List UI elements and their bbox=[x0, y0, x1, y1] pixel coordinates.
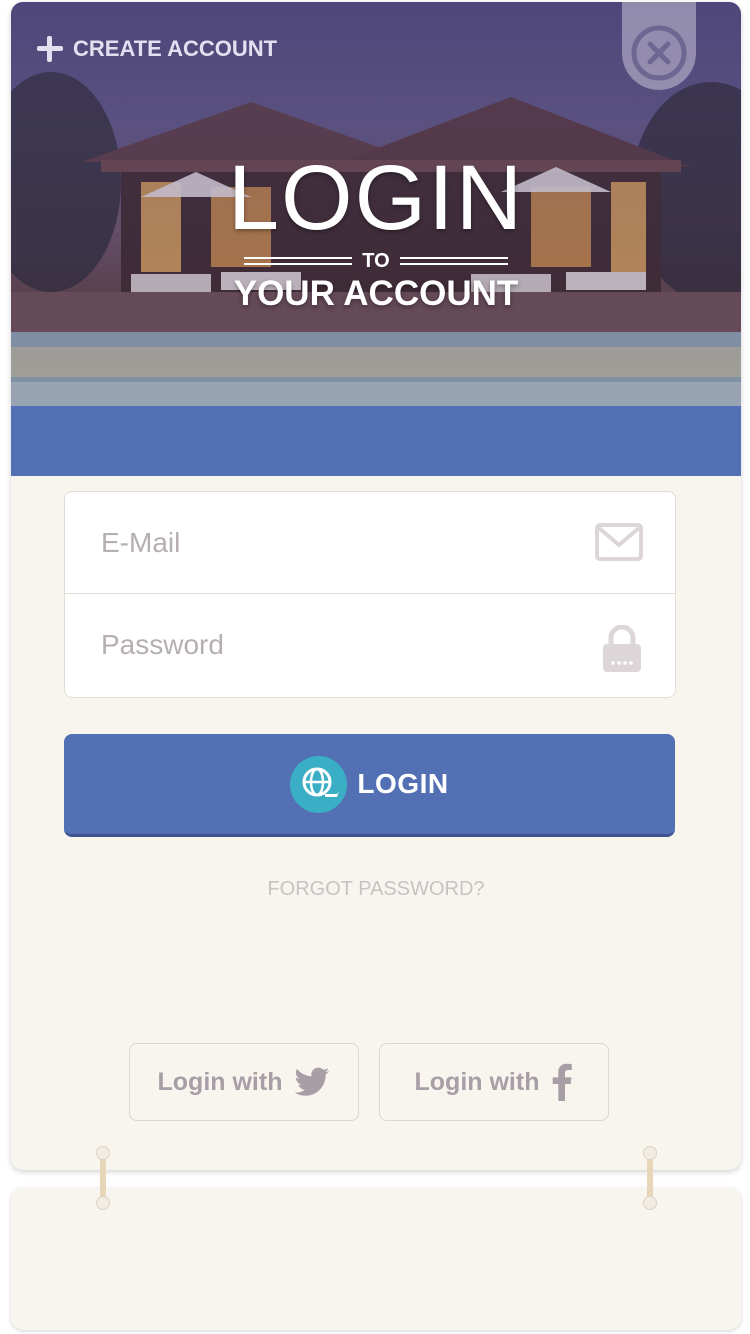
facebook-login-button[interactable]: Login with bbox=[379, 1043, 609, 1121]
divider bbox=[399, 257, 508, 265]
email-field-row bbox=[65, 492, 675, 594]
plus-icon bbox=[37, 36, 63, 62]
facebook-login-label: Login with bbox=[414, 1067, 540, 1096]
hinge-right bbox=[643, 1146, 657, 1210]
twitter-login-label: Login with bbox=[157, 1067, 283, 1096]
globe-plane-icon bbox=[290, 755, 348, 813]
login-button-label: LOGIN bbox=[357, 768, 449, 799]
login-form bbox=[64, 491, 676, 698]
title-to: TO bbox=[362, 249, 390, 272]
twitter-icon bbox=[294, 1067, 330, 1096]
envelope-icon bbox=[595, 523, 643, 561]
create-account-link[interactable]: CREATE ACCOUNT bbox=[37, 36, 277, 62]
forgot-password-link[interactable]: FORGOT PASSWORD? bbox=[11, 878, 741, 901]
hero-banner: CREATE ACCOUNT LOGIN TO YOUR ACCOUNT bbox=[11, 2, 741, 406]
password-field-row bbox=[65, 594, 675, 695]
password-field[interactable] bbox=[99, 627, 563, 662]
twitter-login-button[interactable]: Login with bbox=[129, 1043, 359, 1121]
login-card: CREATE ACCOUNT LOGIN TO YOUR ACCOUNT E-M… bbox=[11, 2, 741, 1170]
login-button[interactable]: LOGIN bbox=[64, 734, 675, 837]
hinge-left bbox=[96, 1146, 110, 1210]
facebook-icon bbox=[553, 1063, 573, 1101]
title-sub: YOUR ACCOUNT bbox=[233, 274, 519, 313]
create-account-label: CREATE ACCOUNT bbox=[73, 36, 278, 61]
title-main: LOGIN bbox=[227, 147, 525, 249]
divider bbox=[244, 257, 353, 265]
close-button[interactable] bbox=[622, 2, 696, 90]
secondary-card bbox=[11, 1188, 741, 1330]
close-icon bbox=[631, 25, 687, 81]
lock-icon bbox=[603, 625, 641, 672]
hero-title: LOGIN TO YOUR ACCOUNT bbox=[11, 152, 741, 314]
accent-band bbox=[11, 406, 741, 476]
email-field[interactable] bbox=[99, 525, 563, 560]
